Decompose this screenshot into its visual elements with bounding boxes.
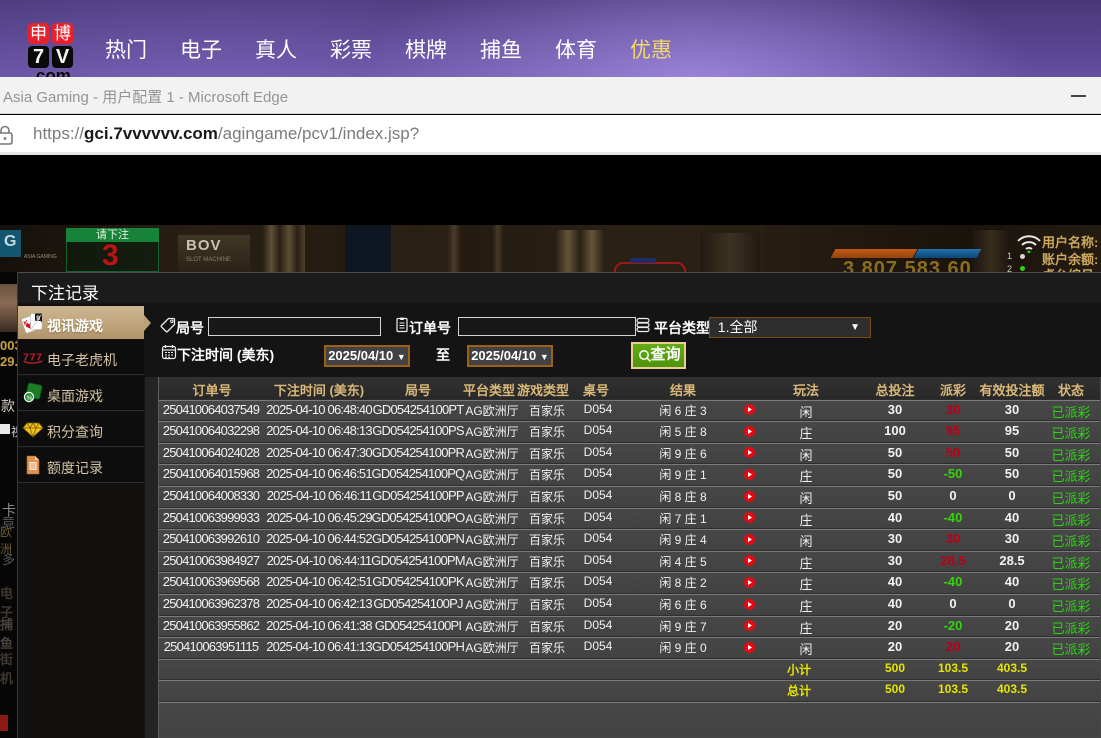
svg-text:%: % <box>27 395 33 402</box>
